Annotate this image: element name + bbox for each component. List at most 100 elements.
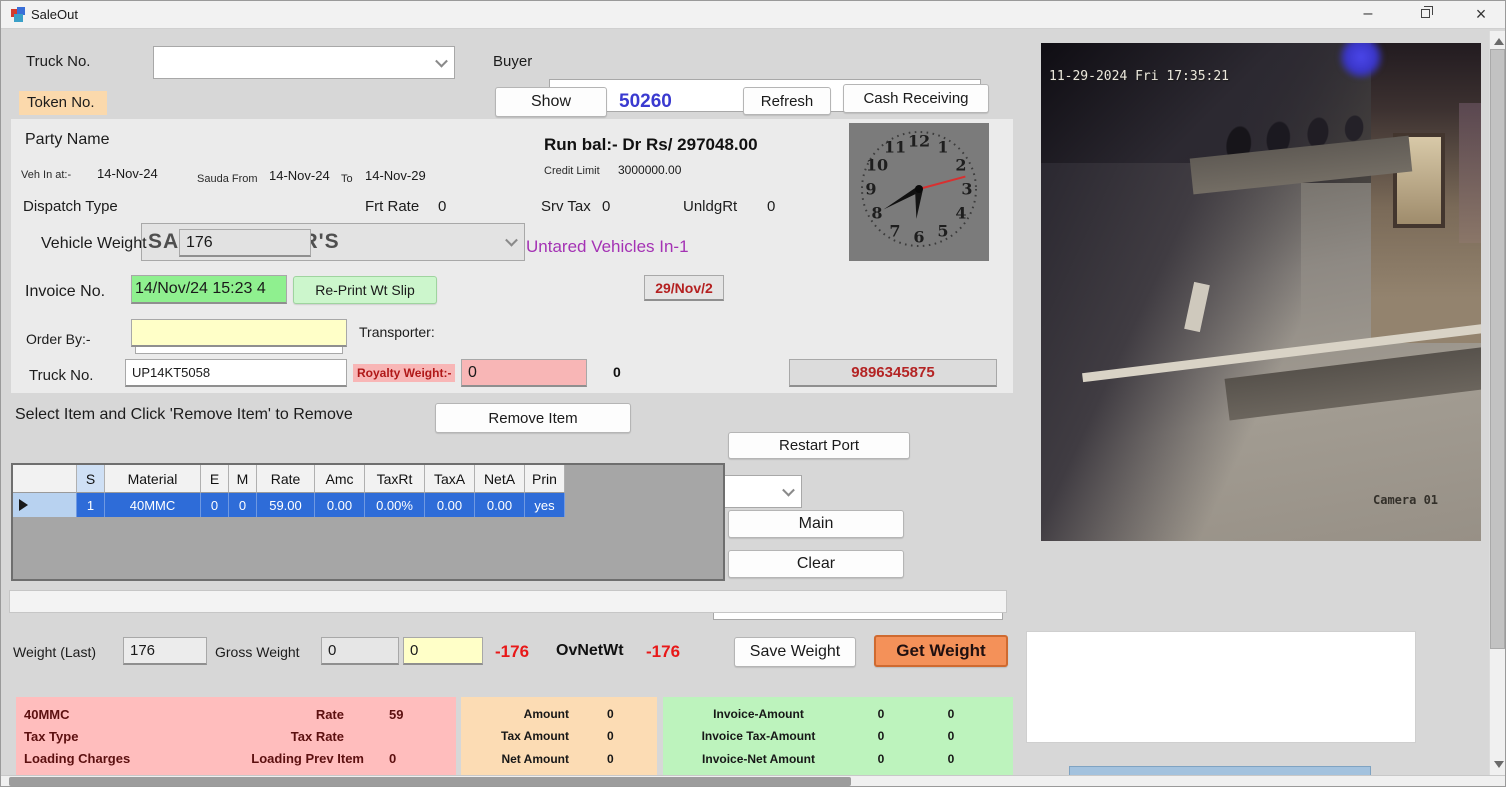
tare-weight-field[interactable]: 0	[403, 637, 483, 665]
grid-header[interactable]: Rate	[257, 465, 315, 493]
truck-no-label: Truck No.	[26, 53, 90, 70]
frt-rate-value: 0	[438, 198, 446, 215]
scroll-down-icon[interactable]	[1494, 761, 1504, 768]
message-box	[1026, 631, 1416, 743]
vehicle-weight-field[interactable]: 176	[179, 229, 311, 257]
grid-cell[interactable]: 59.00	[257, 493, 315, 517]
analog-clock: 12 1 2 3 4 5 6 7 8 9 10 11	[849, 123, 989, 261]
restore-icon-back	[1424, 6, 1433, 15]
order-by-field[interactable]	[131, 319, 347, 347]
veh-in-label: Veh In at:-	[21, 169, 71, 181]
grid-cell[interactable]: 0.00	[315, 493, 365, 517]
grid-header[interactable]: S	[77, 465, 105, 493]
run-balance: Run bal:- Dr Rs/ 297048.00	[544, 135, 758, 155]
horizontal-scrollbar-thumb[interactable]	[9, 777, 851, 786]
restore-button[interactable]	[1404, 1, 1448, 29]
date-field[interactable]: 29/Nov/2	[644, 275, 724, 301]
main-button[interactable]: Main	[728, 510, 904, 538]
grid-header[interactable]: Material	[105, 465, 201, 493]
clock-numeral: 7	[889, 222, 900, 241]
transporter-label: Transporter:	[359, 324, 435, 340]
grid-header[interactable]: M	[229, 465, 257, 493]
dispatch-type-label: Dispatch Type	[23, 198, 118, 215]
grid-cell[interactable]: 1	[77, 493, 105, 517]
weight-last-field[interactable]: 176	[123, 637, 207, 665]
tax-amount-label: Tax Amount	[469, 729, 569, 743]
close-button[interactable]: ×	[1459, 1, 1503, 29]
camera-name-label: Camera 01	[1373, 493, 1438, 507]
truck-no-combobox[interactable]	[153, 46, 455, 79]
restart-port-button[interactable]: Restart Port	[728, 432, 910, 459]
grid-cell[interactable]: 40MMC	[105, 493, 201, 517]
clock-numeral: 8	[871, 204, 882, 223]
get-weight-button[interactable]: Get Weight	[874, 635, 1008, 667]
vertical-scrollbar-thumb[interactable]	[1490, 49, 1505, 649]
gross-weight-field[interactable]: 0	[321, 637, 399, 665]
reprint-wt-slip-button[interactable]: Re-Print Wt Slip	[293, 276, 437, 304]
truck-no-field[interactable]: UP14KT5058	[125, 359, 347, 387]
refresh-button[interactable]: Refresh	[743, 87, 831, 115]
clock-numeral: 6	[913, 228, 924, 247]
grid-header-row: S Material E M Rate Amc TaxRt TaxA NetA …	[13, 465, 723, 493]
grid-selector-header	[13, 465, 77, 493]
status-strip	[9, 590, 1007, 613]
royalty-weight-field[interactable]: 0	[461, 359, 587, 387]
grid-header[interactable]: Prin	[525, 465, 565, 493]
invoice-tax-label: Invoice Tax-Amount	[671, 729, 846, 743]
grid-cell[interactable]: 0.00	[425, 493, 475, 517]
clock-numeral: 10	[866, 156, 888, 175]
invoice-net-v1: 0	[846, 752, 916, 766]
sauda-to-label: To	[341, 173, 353, 185]
amount-label: Amount	[469, 707, 569, 721]
remove-item-instruction: Select Item and Click 'Remove Item' to R…	[15, 406, 353, 424]
sauda-to-value: 14-Nov-29	[365, 168, 426, 183]
camera-building-edge	[1459, 103, 1481, 243]
row-selector-cell[interactable]	[13, 493, 77, 517]
grid-header[interactable]: E	[201, 465, 229, 493]
invoice-net-v2: 0	[916, 752, 986, 766]
grid-cell[interactable]: 0.00%	[365, 493, 425, 517]
grid-cell[interactable]: 0	[229, 493, 257, 517]
sauda-from-value: 14-Nov-24	[269, 168, 330, 183]
clock-numeral: 2	[955, 156, 966, 175]
title-bar: SaleOut – ×	[1, 1, 1506, 29]
unldg-rt-label: UnldgRt	[683, 198, 737, 215]
gross-weight-label: Gross Weight	[215, 644, 300, 660]
rate-value: 59	[389, 707, 403, 722]
clock-numeral: 5	[937, 222, 948, 241]
invoice-summary-panel: Invoice-Amount 0 0 Invoice Tax-Amount 0 …	[663, 697, 1013, 776]
royalty-weight-label: Royalty Weight:-	[353, 364, 455, 382]
material-summary-panel: 40MMC Rate 59 Tax Type Tax Rate Loading …	[16, 697, 456, 776]
grid-cell[interactable]: 0	[201, 493, 229, 517]
items-grid: S Material E M Rate Amc TaxRt TaxA NetA …	[11, 463, 725, 581]
unldg-rt-value: 0	[767, 198, 775, 215]
amount-value: 0	[607, 707, 614, 721]
remove-item-button[interactable]: Remove Item	[435, 403, 631, 433]
grid-header[interactable]: TaxRt	[365, 465, 425, 493]
phone-field[interactable]: 9896345875	[789, 359, 997, 387]
loading-prev-value: 0	[389, 751, 396, 766]
grid-cell[interactable]: 0.00	[475, 493, 525, 517]
grid-header[interactable]: TaxA	[425, 465, 475, 493]
veh-in-value: 14-Nov-24	[97, 166, 158, 181]
weight-last-label: Weight (Last)	[13, 644, 96, 660]
invoice-no-label: Invoice No.	[25, 283, 105, 301]
grid-header[interactable]: Amc	[315, 465, 365, 493]
invoice-no-field[interactable]: 14/Nov/24 15:23 4	[131, 275, 287, 304]
party-name-label: Party Name	[25, 131, 109, 149]
window-title: SaleOut	[31, 7, 78, 22]
grid-row-selected[interactable]: 1 40MMC 0 0 59.00 0.00 0.00% 0.00 0.00 y…	[13, 493, 723, 517]
clear-button[interactable]: Clear	[728, 550, 904, 578]
saleout-window: SaleOut – × Truck No. Buyer Token No. 14…	[0, 0, 1506, 787]
credit-limit-label: Credit Limit	[544, 165, 600, 177]
grid-cell[interactable]: yes	[525, 493, 565, 517]
save-weight-button[interactable]: Save Weight	[734, 637, 856, 667]
token-no-label: Token No.	[19, 91, 107, 115]
cash-receiving-button[interactable]: Cash Receiving	[843, 84, 989, 113]
minimize-button[interactable]: –	[1346, 1, 1390, 29]
scroll-up-icon[interactable]	[1494, 38, 1504, 45]
invoice-tax-v2: 0	[916, 729, 986, 743]
grid-header[interactable]: NetA	[475, 465, 525, 493]
show-button[interactable]: Show	[495, 87, 607, 117]
clock-numeral: 1	[937, 138, 948, 157]
